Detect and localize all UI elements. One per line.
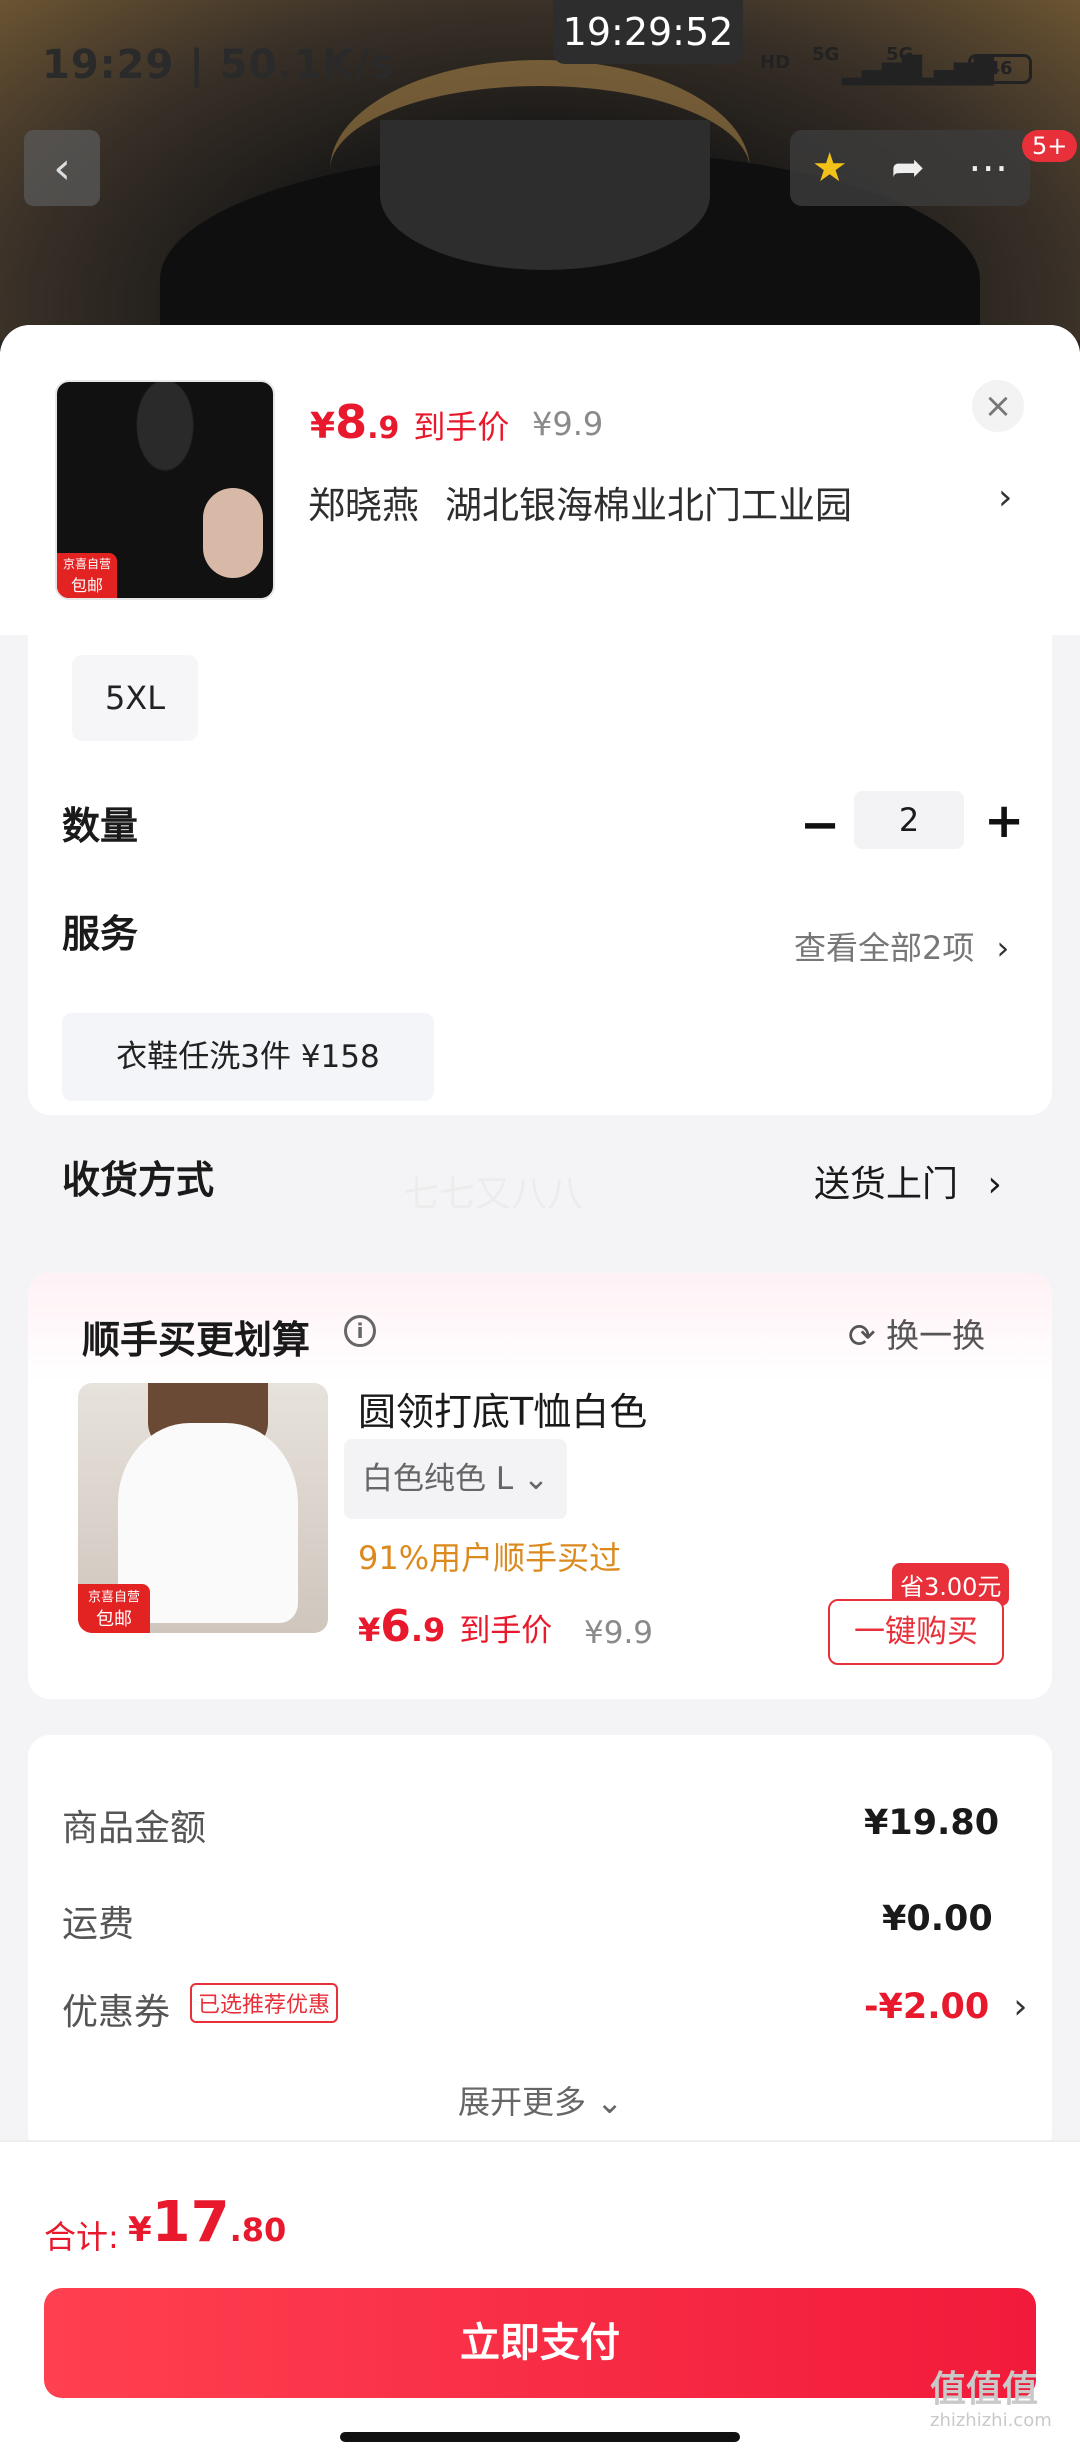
info-icon[interactable]: i	[344, 1315, 376, 1347]
pay-now-button[interactable]: 立即支付	[44, 2288, 1036, 2398]
close-icon: ×	[983, 386, 1013, 426]
original-price: ¥9.9	[532, 405, 604, 443]
status-time: 19:29 | 50.1K/s	[42, 42, 395, 88]
bundle-product-image[interactable]: 京喜自营 包邮	[78, 1383, 328, 1633]
options-card: 5XL 数量 − 2 + 服务 查看全部2项 › 衣鞋任洗3件 ¥158 收货方…	[28, 635, 1052, 1215]
total-amount: ¥17.80	[128, 2190, 287, 2255]
freight-label: 运费	[62, 1904, 135, 1945]
bundle-price: ¥6.9 到手价	[358, 1601, 553, 1652]
free-shipping-tag: 京喜自营 包邮	[57, 553, 117, 598]
expand-more-button[interactable]: 展开更多 ⌄	[458, 2077, 623, 2123]
hd-indicator: HD	[760, 52, 791, 73]
goods-amount: ¥19.80	[864, 1803, 1000, 1843]
bundle-purchase-rate: 91%用户顺手买过	[358, 1539, 622, 1577]
collar-shape	[380, 120, 710, 270]
star-icon[interactable]: ★	[812, 145, 848, 191]
floating-clock: 19:29:52	[553, 0, 743, 64]
service-option-chip[interactable]: 衣鞋任洗3件 ¥158	[62, 1013, 434, 1101]
coupon-label: 优惠券	[62, 1992, 171, 2033]
chevron-down-icon: ⌄	[522, 1461, 549, 1497]
top-action-group: ★ ➦ ⋯	[790, 130, 1030, 206]
net-5g-2: 5G	[886, 44, 914, 65]
quantity-input[interactable]: 2	[854, 791, 964, 849]
hand-shape	[203, 488, 263, 578]
home-indicator[interactable]	[340, 2432, 740, 2442]
chevron-right-icon: ›	[987, 1164, 1002, 1205]
goods-amount-label: 商品金额	[62, 1808, 207, 1849]
message-badge: 5+	[1022, 130, 1078, 162]
refresh-icon: ⟳	[848, 1316, 876, 1355]
quantity-decrease-button[interactable]: −	[800, 797, 840, 853]
free-shipping-tag: 京喜自营 包邮	[78, 1584, 150, 1633]
chevron-down-icon: ⌄	[596, 2083, 623, 2121]
order-sheet: 京喜自营 包邮 ¥8.9 到手价 ¥9.9 × 郑晓燕 湖北银海棉业北门工业园 › …	[0, 325, 1080, 2460]
bundle-original-price: ¥9.9	[584, 1615, 654, 1651]
battery-icon: 46	[968, 54, 1032, 84]
chevron-right-icon: ›	[996, 929, 1010, 967]
coupon-recommended-tag: 已选推荐优惠	[190, 1983, 339, 2023]
chevron-right-icon: ›	[1013, 1987, 1028, 2027]
one-click-buy-button[interactable]: 一键购买	[828, 1599, 1004, 1665]
coupon-discount[interactable]: -¥2.00 ›	[864, 1987, 1027, 2027]
freight-amount: ¥0.00	[882, 1899, 993, 1939]
bundle-spec-selector[interactable]: 白色纯色 L ⌄	[344, 1439, 567, 1519]
shipping-label: 收货方式	[62, 1158, 215, 1202]
close-button[interactable]: ×	[972, 380, 1024, 432]
total-label: 合计:	[44, 2218, 119, 2256]
recipient-name: 郑晓燕	[308, 484, 419, 527]
bundle-title: 顺手买更划算	[82, 1318, 311, 1362]
address-row[interactable]: 郑晓燕 湖北银海棉业北门工业园	[308, 475, 852, 529]
site-watermark: 值值值	[930, 2369, 1039, 2410]
bundle-product-name[interactable]: 圆领打底T恤白色	[358, 1381, 647, 1436]
shipping-method[interactable]: 送货上门 ›	[814, 1155, 1002, 1207]
chevron-right-icon: ›	[998, 477, 1013, 518]
back-button[interactable]: ‹	[24, 130, 100, 206]
address-text: 湖北银海棉业北门工业园	[445, 484, 852, 527]
bundle-card: 顺手买更划算 i ⟳ 换一换 京喜自营 包邮 圆领打底T恤白色 白色纯色 L ⌄…	[28, 1273, 1052, 1699]
watermark-text: 七七又八八	[403, 1174, 584, 1215]
net-5g-1: 5G	[812, 44, 840, 65]
more-icon[interactable]: ⋯	[968, 145, 1008, 191]
size-option-5xl[interactable]: 5XL	[72, 655, 198, 741]
share-icon[interactable]: ➦	[891, 145, 925, 191]
product-header: 京喜自营 包邮 ¥8.9 到手价 ¥9.9 × 郑晓燕 湖北银海棉业北门工业园 ›	[0, 325, 1080, 635]
status-bar: 19:29 | 50.1K/s 19:29:52 HD 5G ▂▄▆█ 5G ▂…	[0, 0, 1080, 130]
quantity-label: 数量	[62, 804, 139, 848]
site-watermark-url: zhizhizhi.com	[930, 2410, 1052, 2431]
service-view-all[interactable]: 查看全部2项 ›	[794, 923, 1009, 969]
totals-card: 商品金额 ¥19.80 运费 ¥0.00 优惠券 已选推荐优惠 -¥2.00 ›…	[28, 1735, 1052, 2155]
checkout-bar: 合计: ¥17.80 立即支付	[0, 2140, 1080, 2460]
quantity-increase-button[interactable]: +	[984, 793, 1024, 849]
price: ¥8.9 到手价	[310, 395, 510, 449]
service-label: 服务	[62, 912, 139, 956]
product-thumbnail[interactable]: 京喜自营 包邮	[55, 380, 275, 600]
chevron-left-icon: ‹	[53, 142, 71, 194]
swap-button[interactable]: ⟳ 换一换	[848, 1309, 985, 1357]
